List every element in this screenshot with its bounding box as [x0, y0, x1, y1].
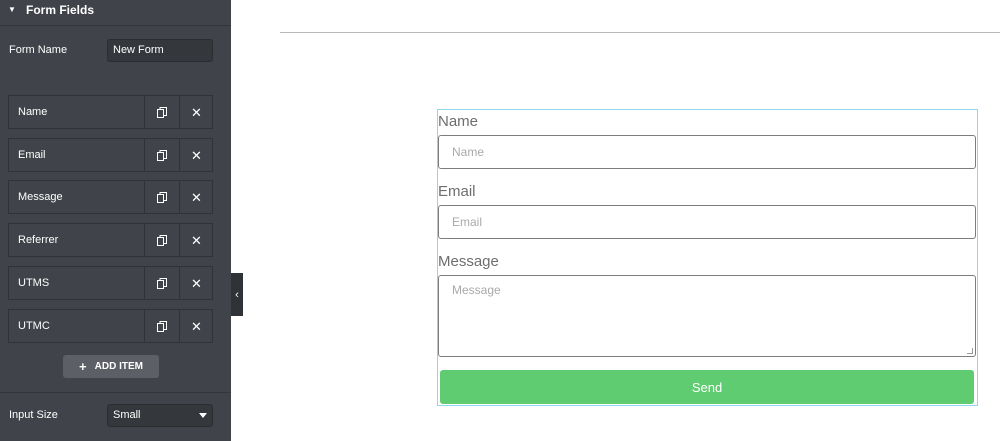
form-name-label: Form Name: [9, 44, 68, 56]
duplicate-button[interactable]: [144, 310, 179, 342]
divider: [0, 392, 231, 393]
input-size-label: Input Size: [9, 409, 58, 421]
close-icon: ✕: [191, 318, 202, 334]
name-field-label: Name: [438, 113, 479, 130]
remove-button[interactable]: ✕: [179, 181, 213, 213]
remove-button[interactable]: ✕: [179, 267, 213, 299]
repeater-item-referrer[interactable]: Referrer ✕: [8, 223, 213, 257]
duplicate-button[interactable]: [144, 139, 179, 171]
copy-icon: [157, 277, 167, 289]
remove-button[interactable]: ✕: [179, 224, 213, 256]
copy-icon: [157, 149, 167, 161]
repeater-item-name[interactable]: Name ✕: [8, 95, 213, 129]
copy-icon: [157, 234, 167, 246]
collapse-panel-button[interactable]: ‹: [231, 273, 243, 316]
email-input[interactable]: Email: [438, 205, 976, 239]
copy-icon: [157, 106, 167, 118]
close-icon: ✕: [191, 104, 202, 120]
section-header-form-fields[interactable]: ▼ Form Fields: [0, 0, 231, 26]
repeater-item-label: Referrer: [18, 234, 59, 246]
caret-down-icon: [199, 413, 207, 418]
close-icon: ✕: [191, 147, 202, 163]
remove-button[interactable]: ✕: [179, 96, 213, 128]
close-icon: ✕: [191, 275, 202, 291]
resize-handle-icon[interactable]: [967, 348, 973, 354]
add-item-button[interactable]: + ADD ITEM: [63, 355, 159, 378]
repeater-item-label: UTMS: [18, 277, 50, 289]
add-item-label: ADD ITEM: [94, 361, 143, 372]
copy-icon: [157, 320, 167, 332]
plus-icon: +: [79, 359, 87, 374]
caret-down-icon: ▼: [8, 5, 16, 14]
email-field-label: Email: [438, 183, 476, 200]
repeater-item-label: Email: [18, 149, 46, 161]
chevron-left-icon: ‹: [235, 288, 239, 301]
duplicate-button[interactable]: [144, 96, 179, 128]
name-input[interactable]: Name: [438, 135, 976, 169]
send-button[interactable]: Send: [440, 370, 974, 404]
copy-icon: [157, 191, 167, 203]
input-size-value: Small: [113, 409, 141, 421]
remove-button[interactable]: ✕: [179, 310, 213, 342]
close-icon: ✕: [191, 189, 202, 205]
duplicate-button[interactable]: [144, 267, 179, 299]
divider: [280, 32, 1000, 33]
duplicate-button[interactable]: [144, 181, 179, 213]
section-title: Form Fields: [26, 3, 95, 17]
duplicate-button[interactable]: [144, 224, 179, 256]
editor-panel: ▼ Form Fields Form Name New Form Name ✕ …: [0, 0, 231, 441]
repeater-item-utmc[interactable]: UTMC ✕: [8, 309, 213, 343]
repeater-item-utms[interactable]: UTMS ✕: [8, 266, 213, 300]
form-name-input[interactable]: New Form: [107, 39, 213, 62]
repeater-item-email[interactable]: Email ✕: [8, 138, 213, 172]
close-icon: ✕: [191, 232, 202, 248]
input-size-select[interactable]: Small: [107, 404, 213, 427]
repeater-item-label: Name: [18, 106, 48, 118]
message-textarea[interactable]: Message: [438, 275, 976, 357]
repeater-item-label: Message: [18, 191, 63, 203]
message-field-label: Message: [438, 253, 499, 270]
remove-button[interactable]: ✕: [179, 139, 213, 171]
repeater-item-message[interactable]: Message ✕: [8, 180, 213, 214]
message-placeholder: Message: [452, 283, 501, 297]
repeater-item-label: UTMC: [18, 320, 50, 332]
